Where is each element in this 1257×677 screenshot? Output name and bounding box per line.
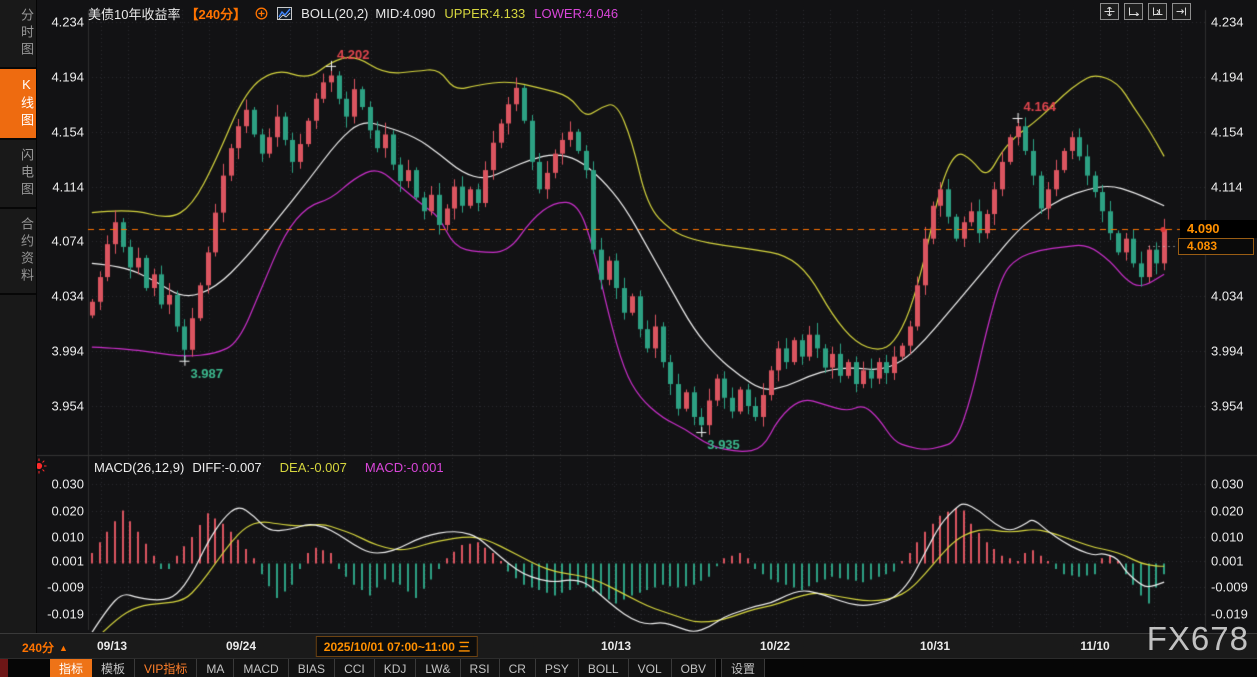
sidebar-tab-3[interactable]: 合约资料 <box>0 209 36 295</box>
chart-canvas[interactable] <box>0 0 1257 677</box>
toolbar-item-OBV[interactable]: OBV <box>672 659 716 677</box>
boll-mid-price-tag: 4.090 <box>1180 220 1257 238</box>
chart-header: 美债10年收益率 【240分】 BOLL(20,2) MID:4.090 UPP… <box>88 4 618 23</box>
boll-upper-value: UPPER:4.133 <box>444 6 525 21</box>
boll-lower-value: LOWER:4.046 <box>534 6 618 21</box>
macd-label-right: 0.030 <box>1211 477 1244 492</box>
macd-label-left: 0.010 <box>38 530 84 545</box>
date-label: 09/13 <box>97 639 127 653</box>
macd-params-label: MACD(26,12,9) <box>94 460 184 475</box>
macd-label-left: -0.019 <box>38 607 84 622</box>
pan-crosshair-icon[interactable] <box>1100 3 1119 20</box>
toolbar-item-KDJ[interactable]: KDJ <box>375 659 417 677</box>
toolbar-item-指标[interactable]: 指标 <box>50 659 92 677</box>
scale-left-icon[interactable] <box>1124 3 1143 20</box>
sidebar-tab-1[interactable]: K线图 <box>0 69 36 140</box>
pan-right-icon[interactable] <box>1172 3 1191 20</box>
price-label-left: 4.234 <box>38 15 84 30</box>
price-label-left: 4.074 <box>38 234 84 249</box>
scale-bottom-icon[interactable] <box>1148 3 1167 20</box>
toolbar-item-MACD[interactable]: MACD <box>234 659 288 677</box>
toolbar-item-CR[interactable]: CR <box>500 659 536 677</box>
macd-label-left: -0.009 <box>38 580 84 595</box>
fx678-watermark: FX678 <box>1147 620 1249 658</box>
period-badge[interactable]: 【240分】 <box>185 4 246 23</box>
toolbar-item-BOLL[interactable]: BOLL <box>579 659 629 677</box>
price-label-right: 4.114 <box>1211 179 1243 194</box>
toolbar-item-BIAS[interactable]: BIAS <box>289 659 335 677</box>
date-label: 09/24 <box>226 639 256 653</box>
macd-diff-value: DIFF:-0.007 <box>192 460 261 475</box>
toolbar-item-LW&[interactable]: LW& <box>416 659 460 677</box>
price-label-right: 4.194 <box>1211 69 1244 84</box>
toolbar-item-设置[interactable]: 设置 <box>721 659 765 677</box>
trading-app-window: 分时图K线图闪电图合约资料 美债10年收益率 【240分】 BOLL(20,2)… <box>0 0 1257 677</box>
sidebar-tab-2[interactable]: 闪电图 <box>0 140 36 209</box>
macd-label-left: 0.001 <box>38 553 84 568</box>
toolbar-spacer <box>8 659 50 677</box>
macd-label-left: 0.020 <box>38 503 84 518</box>
price-label-right: 4.034 <box>1211 289 1244 304</box>
price-label-right: 4.154 <box>1211 124 1244 139</box>
price-label-left: 4.154 <box>38 124 84 139</box>
period-selector[interactable]: 240分 ▲ <box>22 639 68 656</box>
date-label: 10/31 <box>920 639 950 653</box>
price-label-left: 3.994 <box>38 344 84 359</box>
macd-header: MACD(26,12,9) DIFF:-0.007 DEA:-0.007 MAC… <box>94 460 444 475</box>
price-label-right: 3.994 <box>1211 344 1244 359</box>
macd-label-right: -0.009 <box>1211 580 1248 595</box>
boll-label: BOLL(20,2) <box>301 6 368 21</box>
date-label: 10/22 <box>760 639 790 653</box>
price-label-left: 4.194 <box>38 69 84 84</box>
chart-tool-icons <box>1100 3 1191 20</box>
toolbar-left-handle[interactable] <box>0 659 8 677</box>
session-highlight-label: 2025/10/01 07:00~11:00 三 <box>316 636 478 657</box>
indicator-toolbar: 指标模板VIP指标MAMACDBIASCCIKDJLW&RSICRPSYBOLL… <box>0 658 1257 677</box>
macd-dea-value: DEA:-0.007 <box>280 460 347 475</box>
macd-label-right: 0.010 <box>1211 530 1244 545</box>
date-label: 10/13 <box>601 639 631 653</box>
price-label-right: 3.954 <box>1211 399 1244 414</box>
price-label-left: 4.114 <box>38 179 84 194</box>
mini-chart-icon[interactable] <box>277 7 292 20</box>
price-label-left: 3.954 <box>38 399 84 414</box>
sidebar-tab-0[interactable]: 分时图 <box>0 0 36 69</box>
last-price-tag: 4.083 <box>1178 238 1254 255</box>
toolbar-item-CCI[interactable]: CCI <box>335 659 375 677</box>
left-sidebar: 分时图K线图闪电图合约资料 <box>0 0 37 633</box>
toolbar-item-MA[interactable]: MA <box>197 659 234 677</box>
date-label: 11/10 <box>1080 639 1109 653</box>
toolbar-item-RSI[interactable]: RSI <box>461 659 500 677</box>
toolbar-item-VOL[interactable]: VOL <box>629 659 672 677</box>
add-indicator-icon[interactable] <box>255 7 268 20</box>
macd-label-right: 0.020 <box>1211 503 1244 518</box>
symbol-title: 美债10年收益率 <box>88 4 180 23</box>
time-axis-strip: 240分 ▲ 09/13 09/24 10/13 10/22 10/31 11/10 20… <box>0 633 1257 659</box>
price-label-right: 4.234 <box>1211 15 1244 30</box>
toolbar-item-模板[interactable]: 模板 <box>92 659 135 677</box>
macd-macd-value: MACD:-0.001 <box>365 460 444 475</box>
toolbar-item-PSY[interactable]: PSY <box>536 659 579 677</box>
price-label-left: 4.034 <box>38 289 84 304</box>
toolbar-item-VIP指标[interactable]: VIP指标 <box>135 659 197 677</box>
boll-mid-value: MID:4.090 <box>375 6 435 21</box>
period-up-arrow-icon: ▲ <box>59 643 68 653</box>
period-selector-label: 240分 <box>22 639 54 656</box>
macd-label-right: 0.001 <box>1211 553 1244 568</box>
